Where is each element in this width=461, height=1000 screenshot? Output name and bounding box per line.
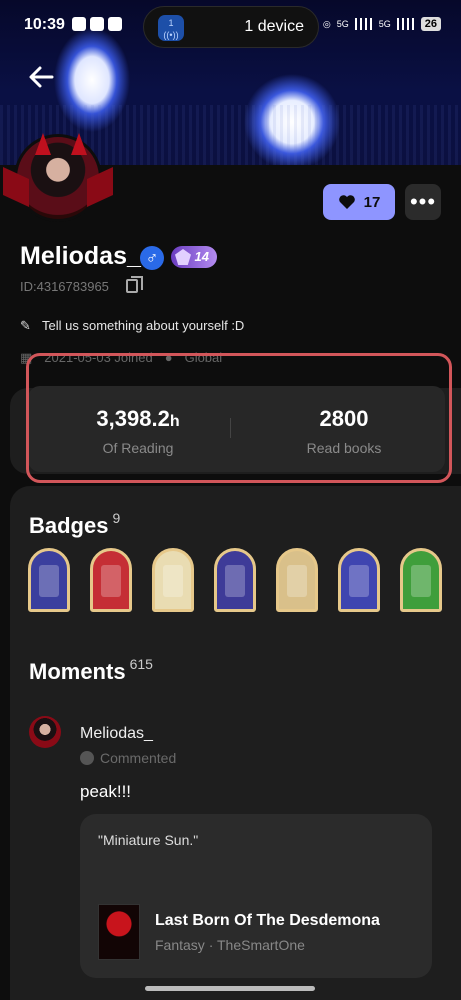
more-options-button[interactable]: ••• — [405, 184, 441, 220]
post-text: peak!!! — [80, 782, 132, 801]
profile-avatar[interactable] — [3, 133, 102, 222]
horn-left — [35, 133, 51, 155]
pencil-icon: ✎ — [20, 317, 31, 333]
more-dots-icon: ••• — [409, 189, 437, 214]
level-value: 14 — [194, 249, 209, 264]
badge-item[interactable] — [338, 548, 380, 612]
network-label-2: 5G — [378, 19, 391, 29]
home-indicator[interactable] — [145, 986, 315, 991]
battery-indicator: 26 — [420, 17, 441, 31]
badge-item[interactable] — [28, 548, 70, 612]
like-button[interactable]: 17 — [323, 184, 395, 220]
book-title: Last Born Of The Desdemona — [155, 912, 380, 929]
badge-item[interactable] — [400, 548, 442, 612]
hotspot-icon: ◎ — [322, 18, 331, 29]
bio-text: Tell us something about yourself :D — [42, 318, 245, 333]
status-right: ◎ 5G 5G 26 — [323, 17, 441, 31]
badges-title: Badges — [29, 513, 109, 538]
copy-icon[interactable] — [126, 276, 143, 293]
heart-icon — [338, 195, 355, 209]
dynamic-island[interactable]: 1 ((•)) 1 device — [143, 6, 319, 48]
badges-count: 9 — [112, 510, 121, 526]
status-time: 10:39 — [24, 16, 65, 33]
like-count: 17 — [363, 193, 381, 211]
signal-icon — [354, 18, 373, 30]
profile-username: Meliodas_ — [20, 242, 141, 270]
network-label-1: 5G — [336, 19, 349, 29]
gem-icon — [175, 249, 191, 265]
user-id: ID:4316783965 — [20, 279, 109, 294]
island-text: 1 device — [244, 18, 304, 35]
comment-bubble-icon — [80, 751, 94, 765]
badge-item[interactable] — [276, 548, 318, 612]
signal-icon-2 — [396, 18, 415, 30]
post-action: Commented — [100, 750, 177, 766]
book-meta: Fantasy · TheSmartOne — [155, 937, 305, 953]
level-badge[interactable]: 14 — [171, 246, 217, 268]
app-notification-icon — [72, 17, 86, 31]
post-author-avatar[interactable] — [29, 716, 61, 748]
post-meta: Commented — [80, 750, 176, 766]
horn-right — [71, 133, 87, 155]
bio-row[interactable]: ✎ Tell us something about yourself :D — [20, 318, 244, 333]
moments-heading[interactable]: Moments 615 — [29, 656, 153, 685]
moments-title: Moments — [29, 659, 126, 684]
badge-item[interactable] — [152, 548, 194, 612]
badges-row — [28, 548, 442, 612]
badges-heading[interactable]: Badges 9 — [29, 510, 120, 539]
youtube-icon — [90, 17, 104, 31]
post-author-name[interactable]: Meliodas_ — [80, 725, 153, 743]
instagram-icon — [108, 17, 122, 31]
connection-icon: 1 ((•)) — [158, 15, 184, 41]
quote-text: "Miniature Sun." — [98, 832, 199, 848]
notification-icons — [72, 17, 122, 31]
quoted-book-card[interactable]: "Miniature Sun." Last Born Of The Desdem… — [80, 814, 432, 978]
stats-highlight-frame — [26, 353, 452, 483]
back-arrow-icon[interactable] — [26, 62, 56, 92]
badge-item[interactable] — [90, 548, 132, 612]
badge-item[interactable] — [214, 548, 256, 612]
male-gender-icon: ♂ — [140, 246, 164, 270]
status-bar: 10:39 1 ((•)) 1 device ◎ 5G 5G 26 — [0, 0, 461, 52]
book-cover-image — [98, 904, 140, 960]
moments-count: 615 — [129, 656, 153, 672]
